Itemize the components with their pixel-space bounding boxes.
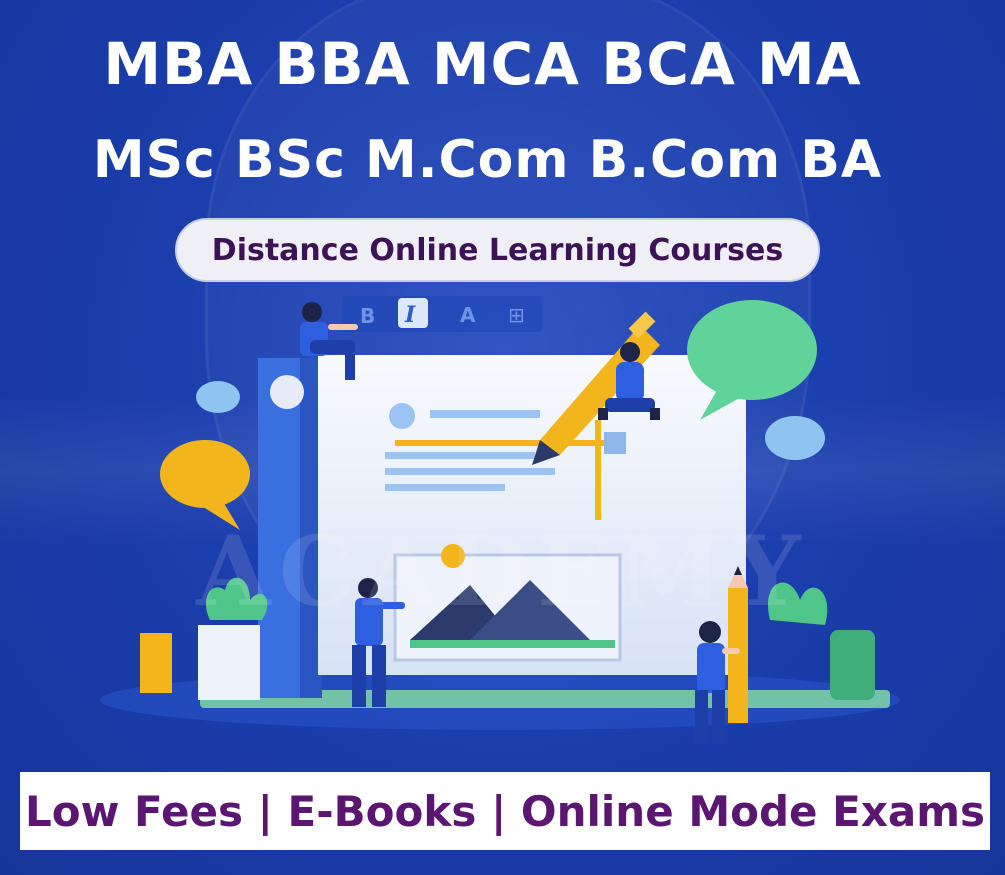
bold-icon: B <box>360 304 375 328</box>
banner: MBA BBA MCA BCA MA MSc BSc M.Com B.Com B… <box>0 0 1005 875</box>
table-icon: ⊞ <box>508 303 525 327</box>
italic-icon: I <box>404 302 416 328</box>
academy-watermark-text: ACADEMY <box>196 515 809 628</box>
avatar-circle <box>389 403 415 429</box>
footer-banner: Low Fees | E-Books | Online Mode Exams <box>20 772 990 850</box>
footer-text: Low Fees | E-Books | Online Mode Exams <box>24 786 986 836</box>
yellow-block-icon <box>140 633 172 693</box>
formatting-toolbar: B I A ⊞ <box>342 296 542 332</box>
light-blue-bubble-icon <box>765 416 825 460</box>
text-color-icon: A <box>460 303 476 327</box>
small-blue-bubble-icon <box>196 381 240 413</box>
learning-illustration: B I A ⊞ <box>100 296 900 745</box>
